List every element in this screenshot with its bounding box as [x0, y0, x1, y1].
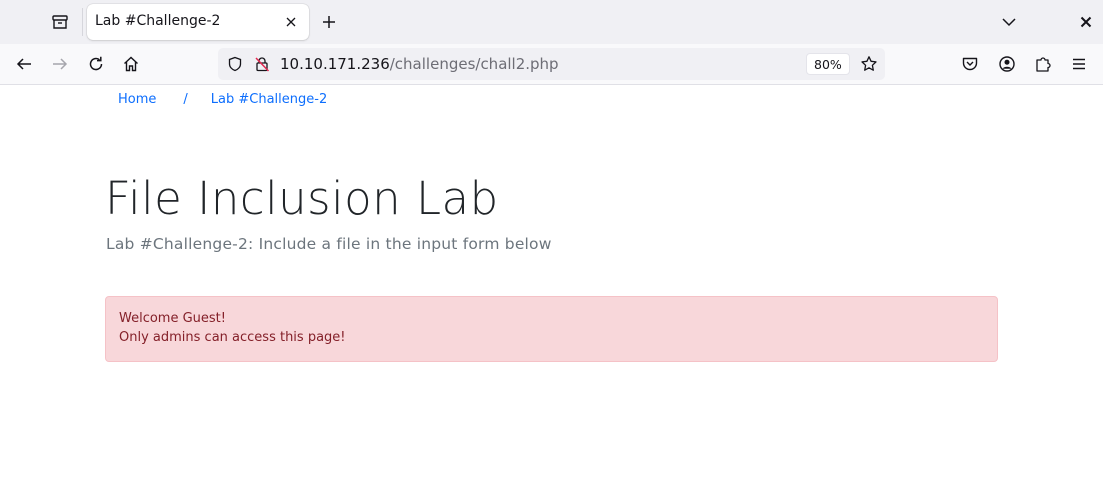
window-close-icon[interactable]	[1072, 8, 1100, 36]
forward-arrow-icon[interactable]	[46, 50, 74, 78]
breadcrumb-home-link[interactable]: Home	[118, 92, 156, 107]
page-subtitle: Lab #Challenge-2: Include a file in the …	[106, 235, 552, 253]
alert-danger: Welcome Guest! Only admins can access th…	[105, 296, 998, 362]
page-title: File Inclusion Lab	[105, 172, 499, 225]
insecure-lock-icon[interactable]	[248, 50, 276, 78]
breadcrumb-current-link[interactable]: Lab #Challenge-2	[211, 92, 327, 107]
url-host: 10.10.171.236	[280, 55, 390, 73]
url-path: /challenges/chall2.php	[389, 55, 559, 73]
zoom-level-badge[interactable]: 80%	[806, 53, 850, 75]
new-tab-plus-icon[interactable]	[315, 8, 343, 36]
home-icon[interactable]	[117, 50, 145, 78]
app-menu-hamburger-icon[interactable]	[1065, 50, 1093, 78]
tab-manager-icon[interactable]	[46, 8, 74, 36]
alert-access-text: Only admins can access this page!	[119, 330, 346, 345]
tab-active[interactable]: Lab #Challenge-2	[87, 4, 309, 40]
bookmark-star-icon[interactable]	[855, 50, 883, 78]
tracking-protection-shield-icon[interactable]	[221, 50, 249, 78]
breadcrumb: Home / Lab #Challenge-2	[118, 92, 327, 107]
tab-strip: Lab #Challenge-2	[0, 0, 1103, 44]
alert-welcome-text: Welcome Guest!	[119, 311, 226, 326]
breadcrumb-separator: /	[183, 92, 188, 107]
extensions-puzzle-icon[interactable]	[1029, 50, 1057, 78]
reload-icon[interactable]	[82, 50, 110, 78]
back-arrow-icon[interactable]	[10, 50, 38, 78]
tab-title: Lab #Challenge-2	[95, 13, 221, 29]
navigation-toolbar: 10.10.171.236/challenges/chall2.php 80%	[0, 44, 1103, 85]
url-text[interactable]: 10.10.171.236/challenges/chall2.php	[280, 55, 559, 73]
list-all-tabs-chevron-down-icon[interactable]	[995, 8, 1023, 36]
pocket-icon[interactable]	[956, 50, 984, 78]
address-bar[interactable]: 10.10.171.236/challenges/chall2.php 80%	[218, 48, 885, 80]
tab-strip-divider	[82, 8, 83, 36]
account-avatar-icon[interactable]	[993, 50, 1021, 78]
tab-close-icon[interactable]	[279, 10, 303, 34]
